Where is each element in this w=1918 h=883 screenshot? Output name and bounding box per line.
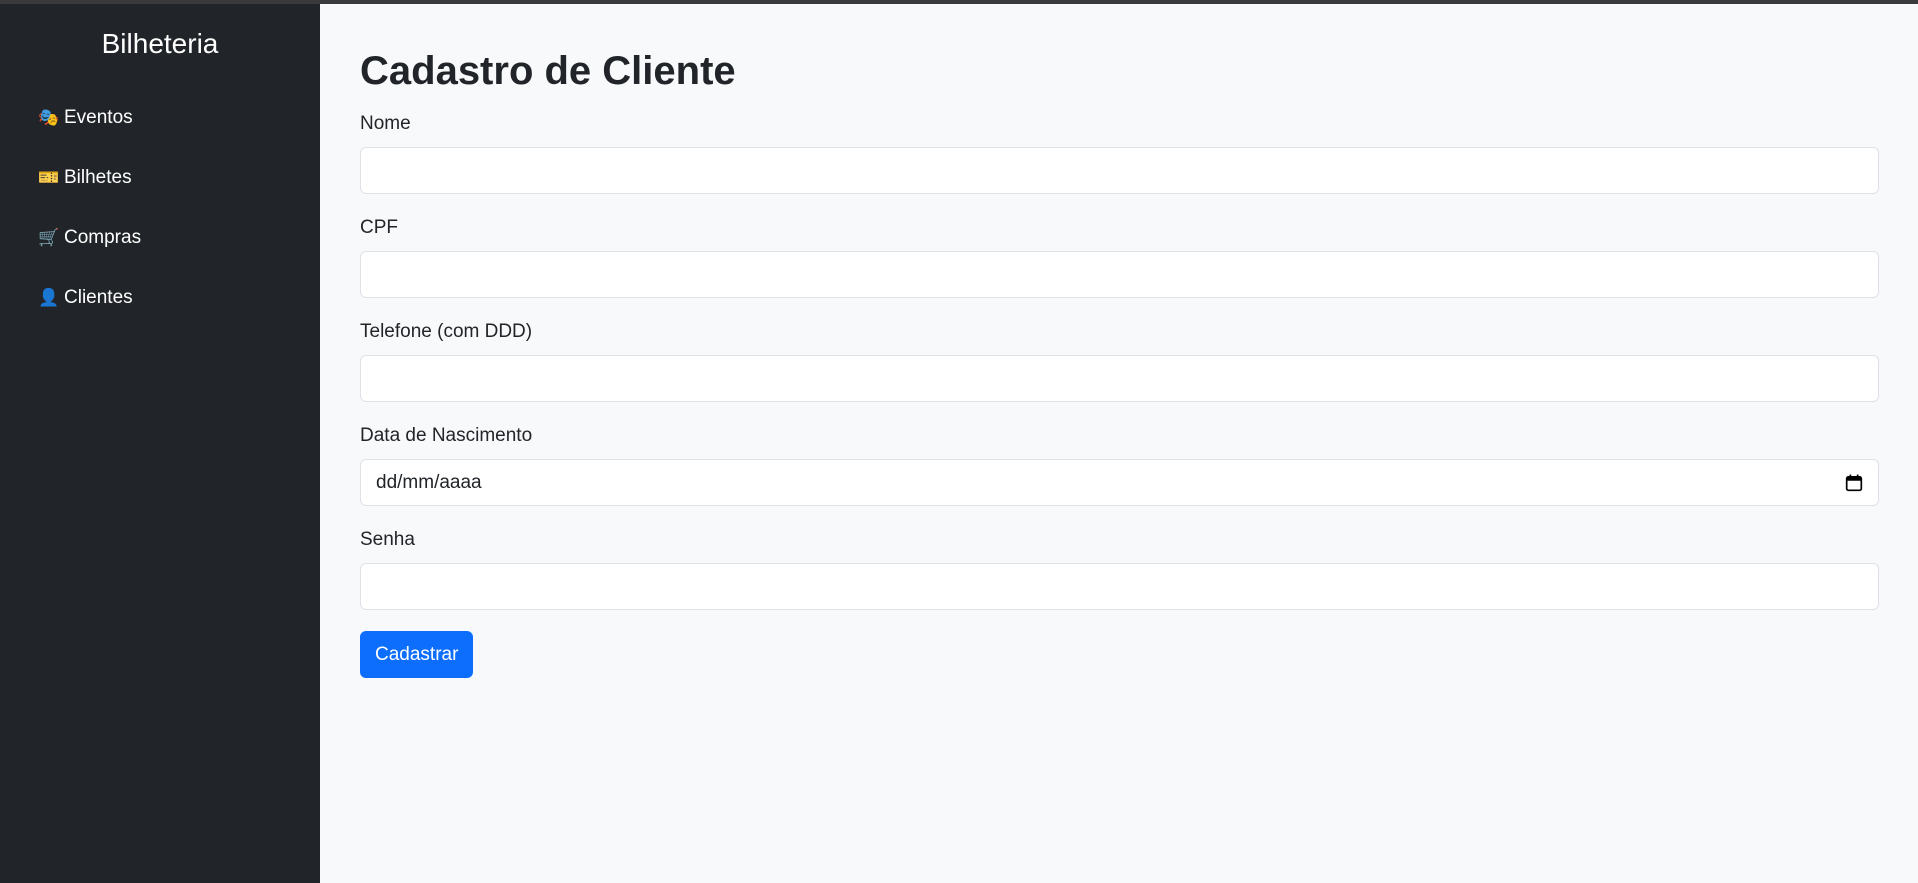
- sidebar-item-eventos[interactable]: 🎭 Eventos: [0, 88, 320, 148]
- field-telefone: Telefone (com DDD): [360, 320, 1879, 402]
- cpf-input[interactable]: [360, 251, 1879, 298]
- cadastrar-button[interactable]: Cadastrar: [360, 631, 474, 678]
- cart-icon: 🛒: [38, 228, 60, 247]
- sidebar-nav: 🎭 Eventos 🎫 Bilhetes 🛒 Compras 👤 Cliente…: [0, 88, 320, 328]
- birthdate-placeholder: dd/mm/aaaa: [376, 471, 482, 493]
- nome-label: Nome: [360, 113, 411, 134]
- telefone-input[interactable]: [360, 355, 1879, 402]
- senha-label: Senha: [360, 529, 415, 550]
- sidebar: Bilheteria 🎭 Eventos 🎫 Bilhetes 🛒 Compra…: [0, 4, 320, 883]
- sidebar-item-label: Clientes: [64, 287, 133, 308]
- telefone-label: Telefone (com DDD): [360, 321, 533, 342]
- ticket-icon: 🎫: [38, 168, 60, 187]
- field-cpf: CPF: [360, 216, 1879, 298]
- calendar-icon[interactable]: [1845, 474, 1863, 492]
- sidebar-item-label: Eventos: [64, 107, 133, 128]
- field-nascimento: Data de Nascimento dd/mm/aaaa: [360, 424, 1879, 506]
- sidebar-item-bilhetes[interactable]: 🎫 Bilhetes: [0, 148, 320, 208]
- senha-input[interactable]: [360, 563, 1879, 610]
- nascimento-label: Data de Nascimento: [360, 425, 533, 446]
- main-content: Cadastro de Cliente Nome CPF Telefone (c…: [320, 4, 1918, 883]
- sidebar-item-label: Compras: [64, 227, 142, 248]
- sidebar-item-label: Bilhetes: [64, 167, 132, 188]
- theater-masks-icon: 🎭: [38, 108, 60, 127]
- sidebar-item-compras[interactable]: 🛒 Compras: [0, 208, 320, 268]
- brand-title: Bilheteria: [101, 28, 219, 59]
- field-nome: Nome: [360, 112, 1879, 194]
- user-icon: 👤: [38, 288, 60, 307]
- field-senha: Senha: [360, 528, 1879, 610]
- nome-input[interactable]: [360, 147, 1879, 194]
- cpf-label: CPF: [360, 217, 398, 238]
- page-title: Cadastro de Cliente: [360, 49, 736, 93]
- client-form: Nome CPF Telefone (com DDD) Data de Nasc…: [360, 112, 1879, 678]
- sidebar-item-clientes[interactable]: 👤 Clientes: [0, 268, 320, 328]
- birthdate-input[interactable]: dd/mm/aaaa: [360, 459, 1879, 506]
